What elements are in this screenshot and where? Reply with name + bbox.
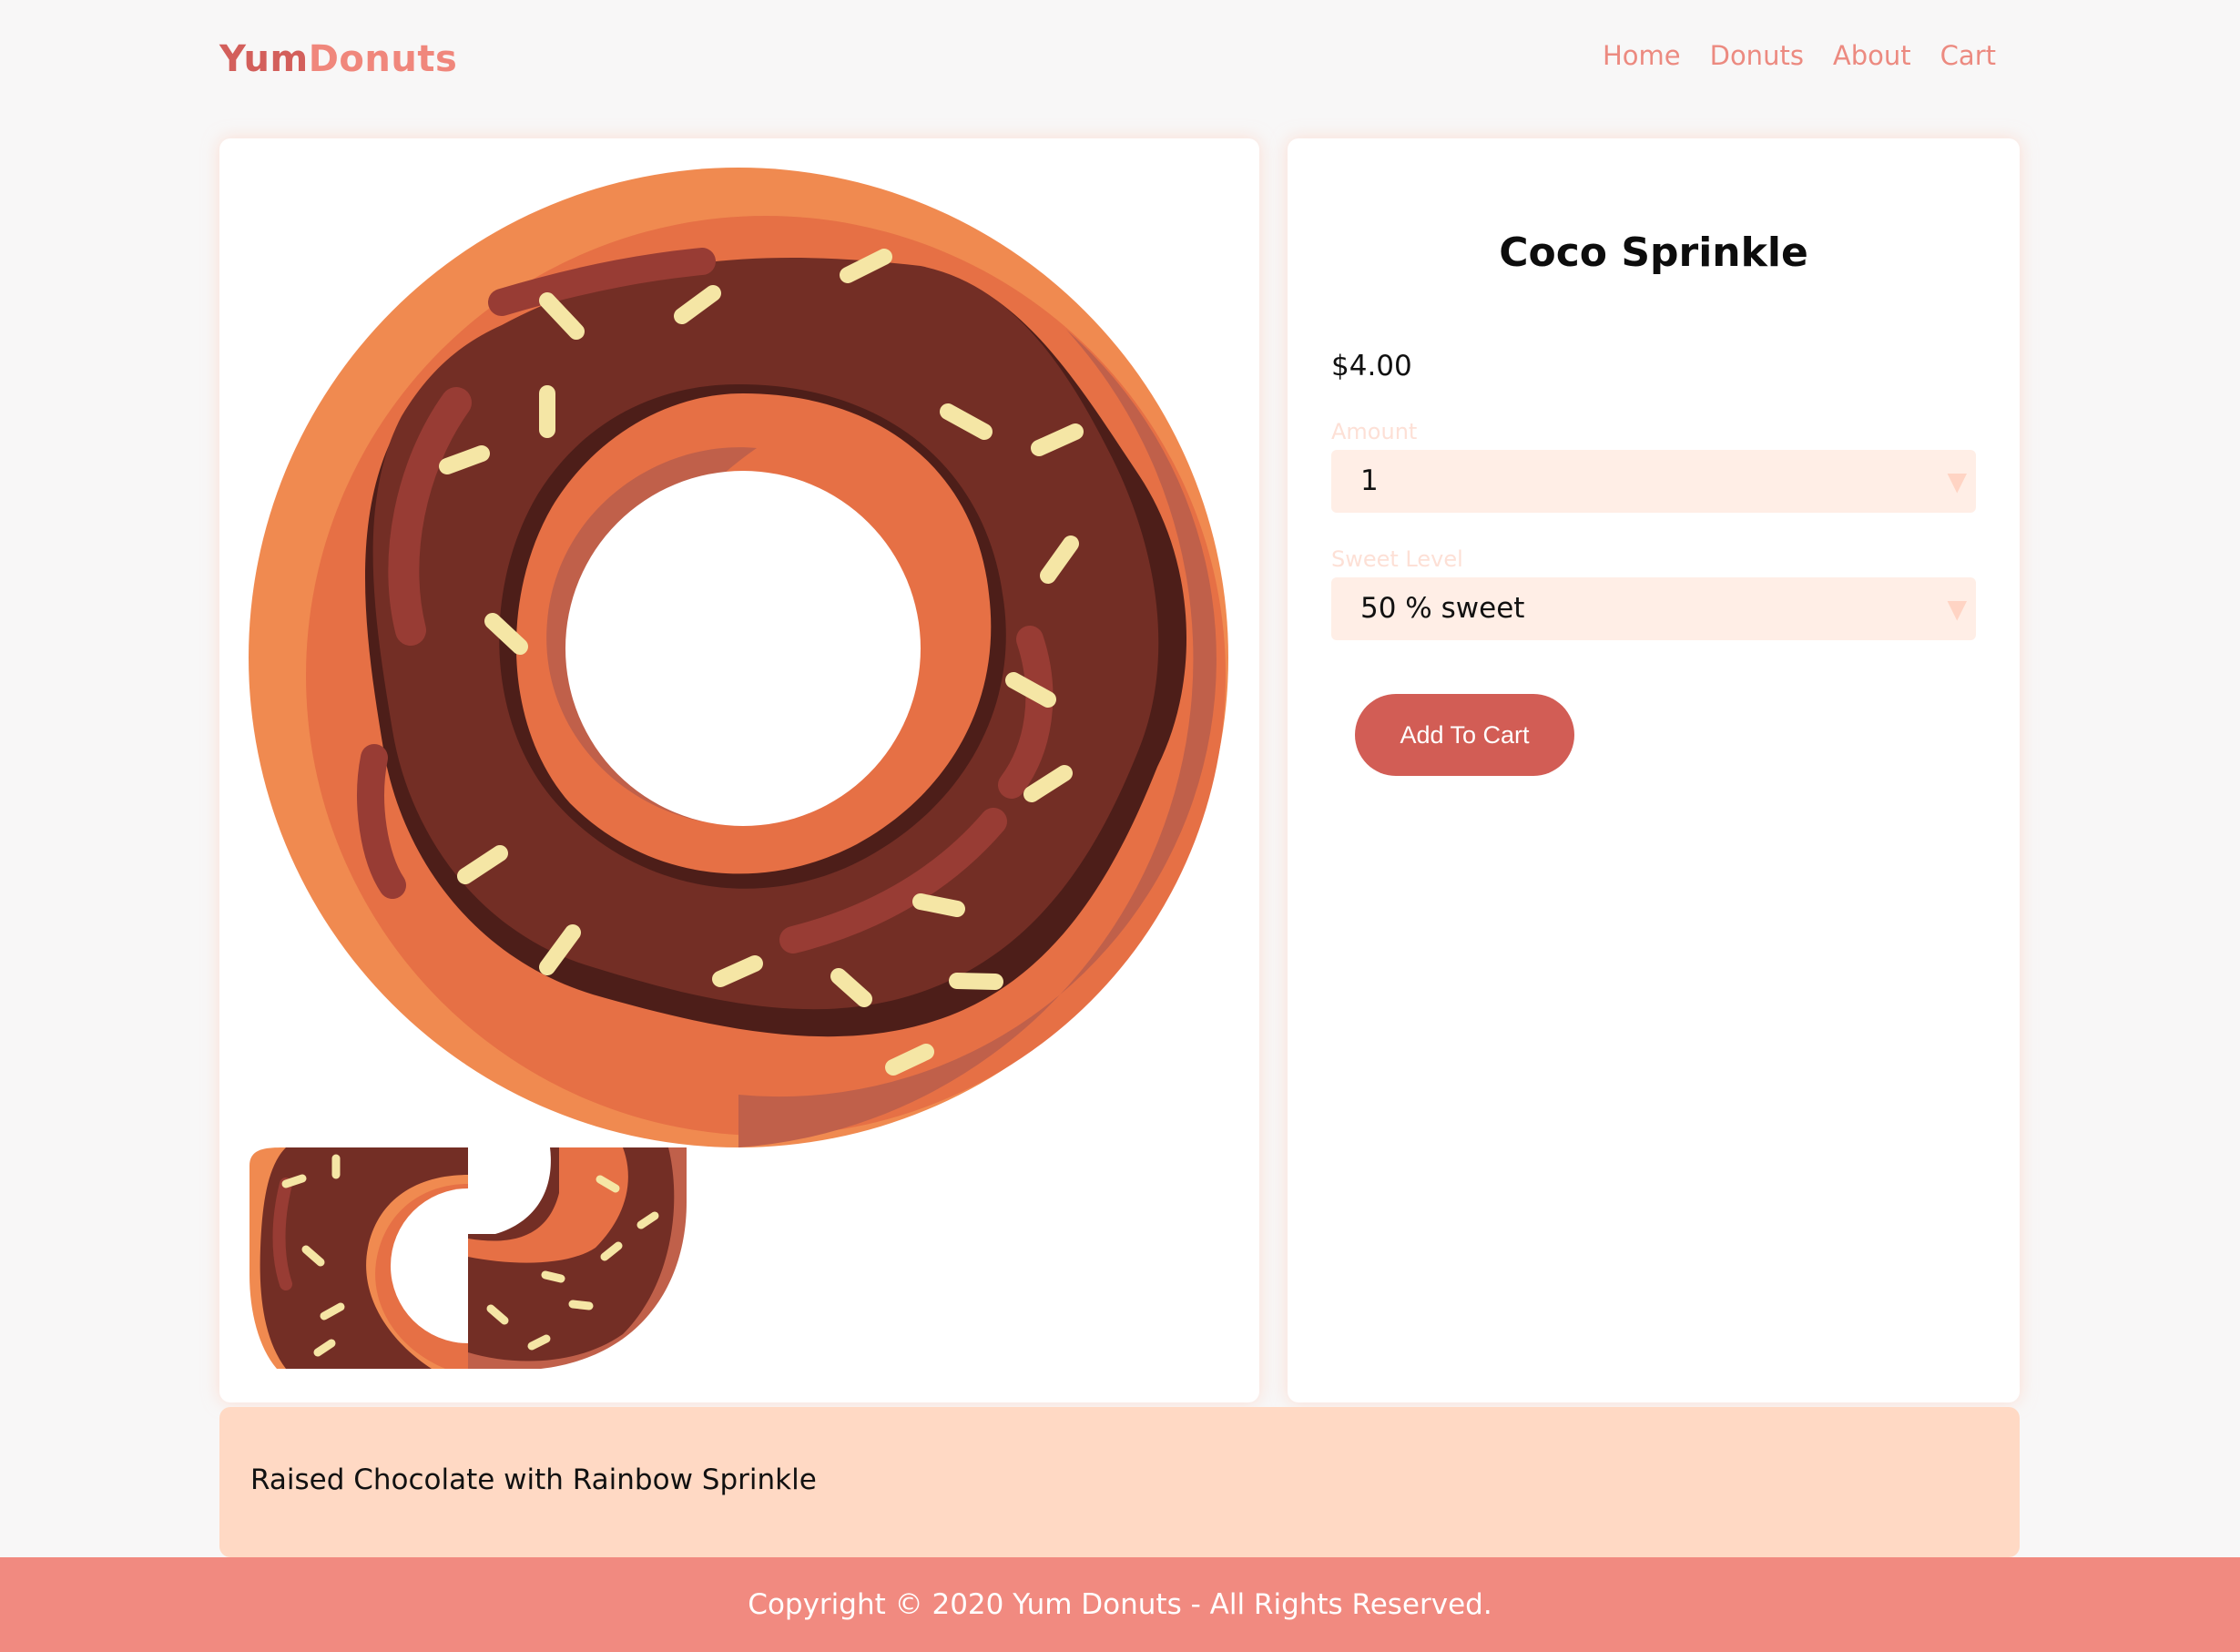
product-image-card [219, 138, 1259, 1402]
nav-cart[interactable]: Cart [1940, 40, 1996, 71]
brand-logo-donuts: Donuts [308, 38, 458, 80]
thumbnail-1-image [249, 1147, 468, 1369]
triangle-down-icon: ▼ [1947, 594, 1967, 624]
add-to-cart-button[interactable]: Add To Cart [1355, 694, 1574, 776]
triangle-down-icon: ▼ [1947, 466, 1967, 496]
product-name: Coco Sprinkle [1499, 229, 1808, 276]
product-description: Raised Chocolate with Rainbow Sprinkle [219, 1407, 2020, 1557]
thumbnail-1[interactable] [249, 1147, 468, 1369]
brand-logo[interactable]: YumDonuts [219, 38, 457, 80]
amount-select-value: 1 [1360, 464, 1379, 497]
site-footer: Copyright © 2020 Yum Donuts - All Rights… [0, 1557, 2240, 1652]
sweet-level-select-value: 50 % sweet [1360, 592, 1525, 625]
nav-home[interactable]: Home [1603, 40, 1681, 71]
sweet-level-label: Sweet Level [1331, 546, 1463, 572]
product-description-text: Raised Chocolate with Rainbow Sprinkle [250, 1463, 817, 1496]
thumbnail-2[interactable] [468, 1147, 687, 1369]
nav-donuts[interactable]: Donuts [1710, 40, 1804, 71]
product-price: $4.00 [1331, 350, 1412, 382]
brand-logo-yum: Yum [219, 38, 309, 80]
site-header: YumDonuts Home Donuts About Cart [0, 0, 2240, 127]
copyright-text: Copyright © 2020 Yum Donuts - All Rights… [748, 1588, 1492, 1621]
main-nav: Home Donuts About Cart [1603, 40, 1996, 71]
amount-select[interactable]: 1 ▼ [1331, 450, 1976, 513]
product-detail-card: Coco Sprinkle $4.00 Amount 1 ▼ Sweet Lev… [1288, 138, 2020, 1402]
amount-label: Amount [1331, 419, 1418, 444]
sweet-level-select[interactable]: 50 % sweet ▼ [1331, 577, 1976, 640]
thumbnail-2-image [468, 1147, 687, 1369]
nav-about[interactable]: About [1833, 40, 1911, 71]
main-donut-image [249, 168, 1228, 1147]
